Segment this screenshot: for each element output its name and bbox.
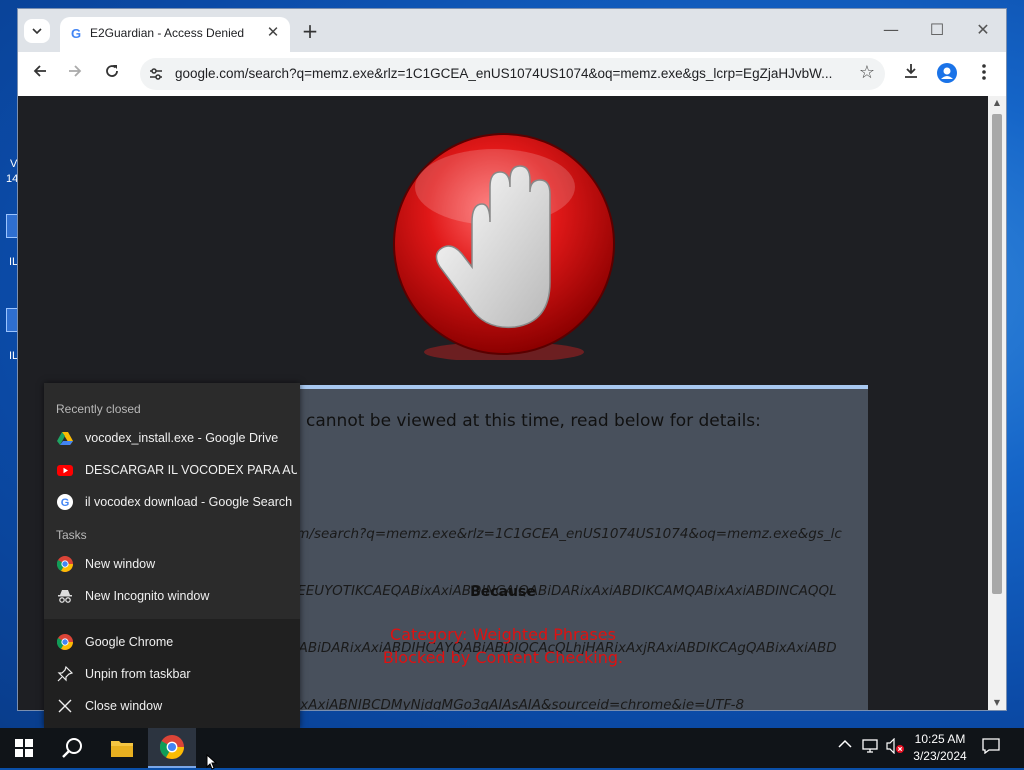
clock-time: 10:25 AM bbox=[914, 732, 966, 746]
bookmark-star-icon[interactable]: ☆ bbox=[859, 62, 875, 83]
windows-logo-icon bbox=[15, 739, 33, 757]
jump-list-item[interactable]: Google Chrome bbox=[44, 627, 300, 657]
jump-list-item[interactable]: Unpin from taskbar bbox=[44, 659, 300, 689]
kebab-menu-icon bbox=[982, 64, 986, 80]
jump-list-item-label: New Incognito window bbox=[85, 589, 210, 603]
blocked-url-line: om/search?q=memz.exe&rlz=1C1GCEA_enUS107… bbox=[288, 526, 842, 542]
folder-icon bbox=[111, 741, 133, 757]
notification-icon bbox=[982, 738, 1000, 755]
jump-list-item-label: vocodex_install.exe - Google Drive bbox=[85, 431, 279, 445]
scrollbar-thumb[interactable] bbox=[992, 114, 1002, 594]
google-icon: G bbox=[70, 26, 82, 41]
back-button[interactable] bbox=[29, 63, 51, 85]
system-clock[interactable]: 10:25 AM 3/23/2024 bbox=[905, 731, 975, 765]
page-headline: cannot be viewed at this time, read belo… bbox=[306, 411, 761, 431]
menu-button[interactable] bbox=[973, 63, 995, 85]
desktop-icon-label: IL bbox=[9, 350, 19, 362]
blocked-url-line: hixAxiABNIBCDMyNjdqMGo3qAIAsAIA&sourceid… bbox=[288, 697, 745, 710]
network-button[interactable] bbox=[862, 738, 880, 758]
category-text: Category: Weighted Phrases bbox=[390, 625, 616, 644]
reload-icon bbox=[106, 65, 118, 77]
taskbar: 10:25 AM 3/23/2024 bbox=[0, 728, 1024, 770]
google-drive-icon bbox=[57, 432, 73, 445]
desktop-icon-label: V bbox=[10, 158, 18, 170]
desktop-icon-label: 14 bbox=[6, 173, 19, 185]
desktop-icon[interactable]: IL bbox=[0, 308, 22, 368]
reload-button[interactable] bbox=[101, 63, 123, 85]
scroll-up-arrow-icon[interactable]: ▲ bbox=[992, 98, 1002, 107]
tasks-header: Tasks bbox=[56, 528, 87, 542]
search-button[interactable] bbox=[48, 728, 96, 768]
jump-list-item-label: Close window bbox=[85, 699, 163, 713]
tab-active[interactable]: G E2Guardian - Access Denied ✕ bbox=[60, 17, 290, 52]
recently-closed-header: Recently closed bbox=[56, 402, 141, 416]
svg-text:G: G bbox=[61, 497, 70, 509]
message-panel: cannot be viewed at this time, read belo… bbox=[288, 385, 868, 710]
close-icon bbox=[58, 699, 72, 713]
volume-button[interactable] bbox=[886, 737, 904, 758]
profile-icon bbox=[937, 63, 957, 83]
jump-list-item[interactable]: New window bbox=[44, 549, 300, 579]
tab-strip: G E2Guardian - Access Denied ✕ + — ☐ ✕ bbox=[18, 9, 1006, 52]
close-window-button[interactable]: ✕ bbox=[968, 19, 998, 41]
desktop-icon[interactable]: V 14 bbox=[0, 140, 20, 200]
notification-center-button[interactable] bbox=[982, 738, 1000, 758]
minimize-button[interactable]: — bbox=[876, 19, 906, 41]
tab-close-button[interactable]: ✕ bbox=[264, 23, 282, 41]
address-bar[interactable]: google.com/search?q=memz.exe&rlz=1C1GCEA… bbox=[140, 58, 885, 90]
chrome-icon bbox=[57, 634, 73, 650]
desktop-icon-label: IL bbox=[9, 256, 19, 268]
jump-list-item[interactable]: vocodex_install.exe - Google Drive bbox=[44, 423, 300, 453]
google-icon: G bbox=[57, 494, 73, 510]
tab-title: E2Guardian - Access Denied bbox=[90, 26, 245, 40]
jump-list-item-label: DESCARGAR IL VOCODEX PARA AUDA... bbox=[85, 463, 297, 477]
jump-list-item-label: New window bbox=[85, 557, 156, 571]
show-hidden-icons-button[interactable] bbox=[838, 738, 852, 753]
jump-list-item[interactable]: New Incognito window bbox=[44, 581, 300, 611]
forward-button[interactable] bbox=[64, 63, 86, 85]
jump-list-item[interactable]: G il vocodex download - Google Search bbox=[44, 487, 300, 517]
start-button[interactable] bbox=[0, 728, 48, 768]
jump-list-item[interactable]: DESCARGAR IL VOCODEX PARA AUDA... bbox=[44, 455, 300, 485]
download-button[interactable] bbox=[900, 63, 922, 85]
clock-date: 3/23/2024 bbox=[913, 749, 967, 763]
stop-hand-icon bbox=[393, 133, 615, 360]
volume-muted-icon bbox=[886, 737, 904, 755]
jump-list-item-label: il vocodex download - Google Search bbox=[85, 495, 293, 509]
incognito-icon bbox=[58, 590, 72, 603]
vertical-scrollbar[interactable]: ▲ ▼ bbox=[988, 96, 1006, 710]
back-arrow-icon bbox=[33, 65, 46, 77]
forward-arrow-icon bbox=[69, 65, 82, 77]
chevron-down-icon bbox=[32, 28, 42, 34]
tab-search-button[interactable] bbox=[24, 19, 50, 43]
youtube-icon bbox=[57, 465, 73, 476]
new-tab-button[interactable]: + bbox=[300, 21, 320, 41]
chrome-taskbar-button[interactable] bbox=[148, 728, 196, 768]
jump-list-item-label: Unpin from taskbar bbox=[85, 667, 191, 681]
chevron-up-icon bbox=[838, 739, 852, 748]
maximize-button[interactable]: ☐ bbox=[922, 19, 952, 41]
network-icon bbox=[862, 739, 878, 753]
chrome-icon bbox=[160, 735, 184, 759]
site-info-icon bbox=[150, 68, 162, 80]
download-icon bbox=[905, 64, 917, 78]
scroll-down-arrow-icon[interactable]: ▼ bbox=[992, 698, 1002, 707]
desktop-icon[interactable]: IL bbox=[0, 214, 22, 274]
file-explorer-button[interactable] bbox=[98, 728, 146, 768]
chrome-icon bbox=[57, 556, 73, 572]
because-label: Because bbox=[470, 584, 536, 600]
search-icon bbox=[62, 738, 82, 758]
taskbar-jump-list: Recently closed vocodex_install.exe - Go… bbox=[44, 383, 300, 728]
toolbar: google.com/search?q=memz.exe&rlz=1C1GCEA… bbox=[18, 52, 1006, 96]
jump-list-item-label: Google Chrome bbox=[85, 635, 174, 649]
block-reason: Category: Weighted Phrases Blocked by Co… bbox=[298, 623, 708, 669]
jump-list-item[interactable]: Close window bbox=[44, 691, 300, 721]
blocked-text: Blocked by Content Checking. bbox=[382, 648, 624, 667]
unpin-icon bbox=[57, 666, 73, 682]
url-text: google.com/search?q=memz.exe&rlz=1C1GCEA… bbox=[175, 66, 833, 81]
profile-button[interactable] bbox=[936, 63, 958, 85]
